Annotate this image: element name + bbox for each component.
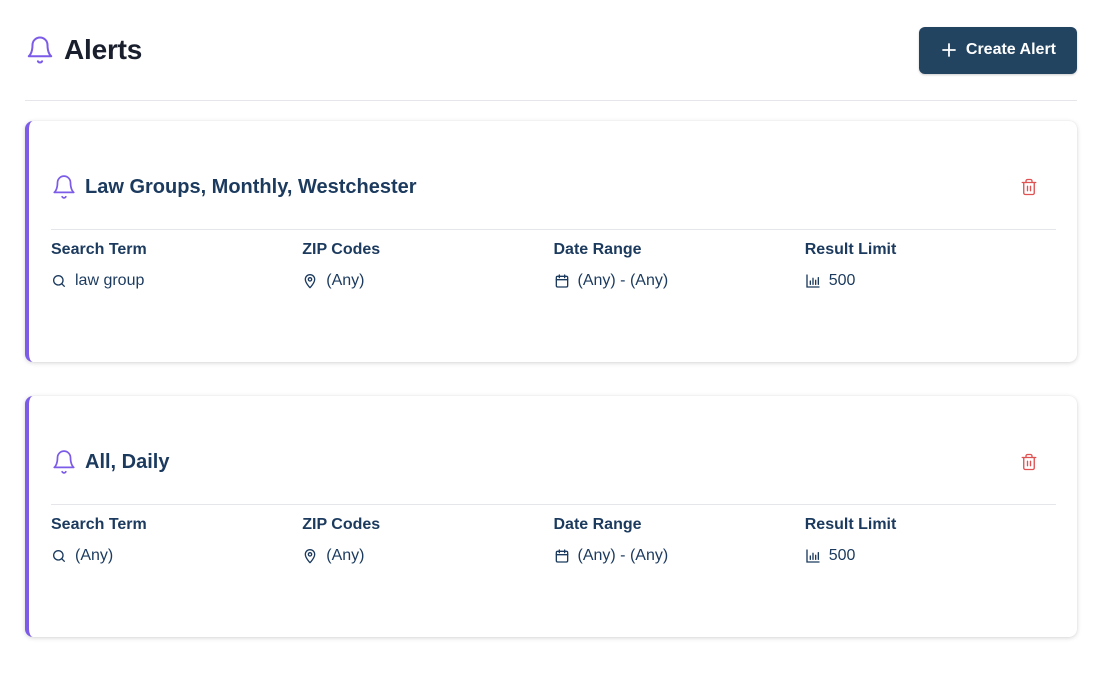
calendar-icon [554, 273, 570, 289]
page-header: Alerts Create Alert [25, 0, 1077, 101]
zip-codes-label: ZIP Codes [302, 241, 381, 258]
alert-card: All, Daily Search Term (Any) ZIP Codes (… [25, 396, 1077, 637]
bar-chart-icon [805, 273, 821, 289]
date-range-label: Date Range [553, 516, 642, 533]
alert-card-header: Law Groups, Monthly, Westchester [51, 121, 1056, 230]
alert-title: Law Groups, Monthly, Westchester [85, 175, 417, 198]
alert-fields: Search Term law group ZIP Codes (Any) Da… [51, 230, 1056, 290]
date-range-value: (Any) - (Any) [577, 272, 669, 289]
date-range-field: Date Range (Any) - (Any) [554, 515, 805, 565]
bell-icon [25, 35, 55, 65]
zip-codes-field: ZIP Codes (Any) [302, 515, 553, 565]
zip-codes-value: (Any) [326, 272, 365, 289]
alerts-page: Alerts Create Alert Law Groups, Monthly,… [0, 0, 1099, 691]
map-pin-icon [302, 273, 318, 289]
map-pin-icon [302, 548, 318, 564]
zip-codes-label: ZIP Codes [302, 516, 381, 533]
result-limit-value-row: 500 [805, 272, 1056, 290]
alert-list: Law Groups, Monthly, Westchester Search … [25, 101, 1077, 637]
bell-icon [51, 449, 77, 475]
search-term-label: Search Term [51, 241, 147, 258]
trash-icon [1020, 178, 1038, 196]
create-alert-button[interactable]: Create Alert [918, 26, 1077, 74]
create-alert-label: Create Alert [965, 41, 1056, 58]
date-range-field: Date Range (Any) - (Any) [554, 240, 805, 290]
search-term-field: Search Term (Any) [51, 515, 302, 565]
zip-codes-field: ZIP Codes (Any) [302, 240, 553, 290]
date-range-value-row: (Any) - (Any) [554, 272, 805, 290]
trash-icon [1020, 453, 1038, 471]
alert-title-group: All, Daily [51, 449, 169, 475]
result-limit-value-row: 500 [805, 547, 1056, 565]
search-term-value: (Any) [75, 547, 114, 564]
page-title-group: Alerts [25, 34, 142, 66]
alert-fields: Search Term (Any) ZIP Codes (Any) Date R… [51, 505, 1056, 565]
result-limit-field: Result Limit 500 [805, 515, 1056, 565]
search-term-label: Search Term [51, 516, 147, 533]
date-range-label: Date Range [553, 241, 642, 258]
result-limit-label: Result Limit [804, 241, 897, 258]
zip-codes-value-row: (Any) [302, 547, 553, 565]
alert-card-header: All, Daily [51, 396, 1056, 505]
alert-title: All, Daily [85, 450, 170, 473]
page-title: Alerts [64, 34, 143, 65]
zip-codes-value: (Any) [326, 547, 365, 564]
result-limit-label: Result Limit [804, 516, 897, 533]
search-term-field: Search Term law group [51, 240, 302, 290]
search-icon [51, 548, 67, 564]
alert-title-group: Law Groups, Monthly, Westchester [51, 174, 417, 200]
search-term-value-row: (Any) [51, 547, 302, 565]
result-limit-value: 500 [828, 272, 856, 289]
date-range-value-row: (Any) - (Any) [554, 547, 805, 565]
search-term-value-row: law group [51, 272, 302, 290]
search-icon [51, 273, 67, 289]
bar-chart-icon [805, 548, 821, 564]
result-limit-value: 500 [828, 547, 856, 564]
plus-icon [940, 41, 958, 59]
bell-icon [51, 174, 77, 200]
delete-alert-button[interactable] [1014, 447, 1044, 477]
delete-alert-button[interactable] [1014, 172, 1044, 202]
search-term-value: law group [75, 272, 145, 289]
zip-codes-value-row: (Any) [302, 272, 553, 290]
alert-card: Law Groups, Monthly, Westchester Search … [25, 121, 1077, 362]
calendar-icon [554, 548, 570, 564]
result-limit-field: Result Limit 500 [805, 240, 1056, 290]
date-range-value: (Any) - (Any) [577, 547, 669, 564]
